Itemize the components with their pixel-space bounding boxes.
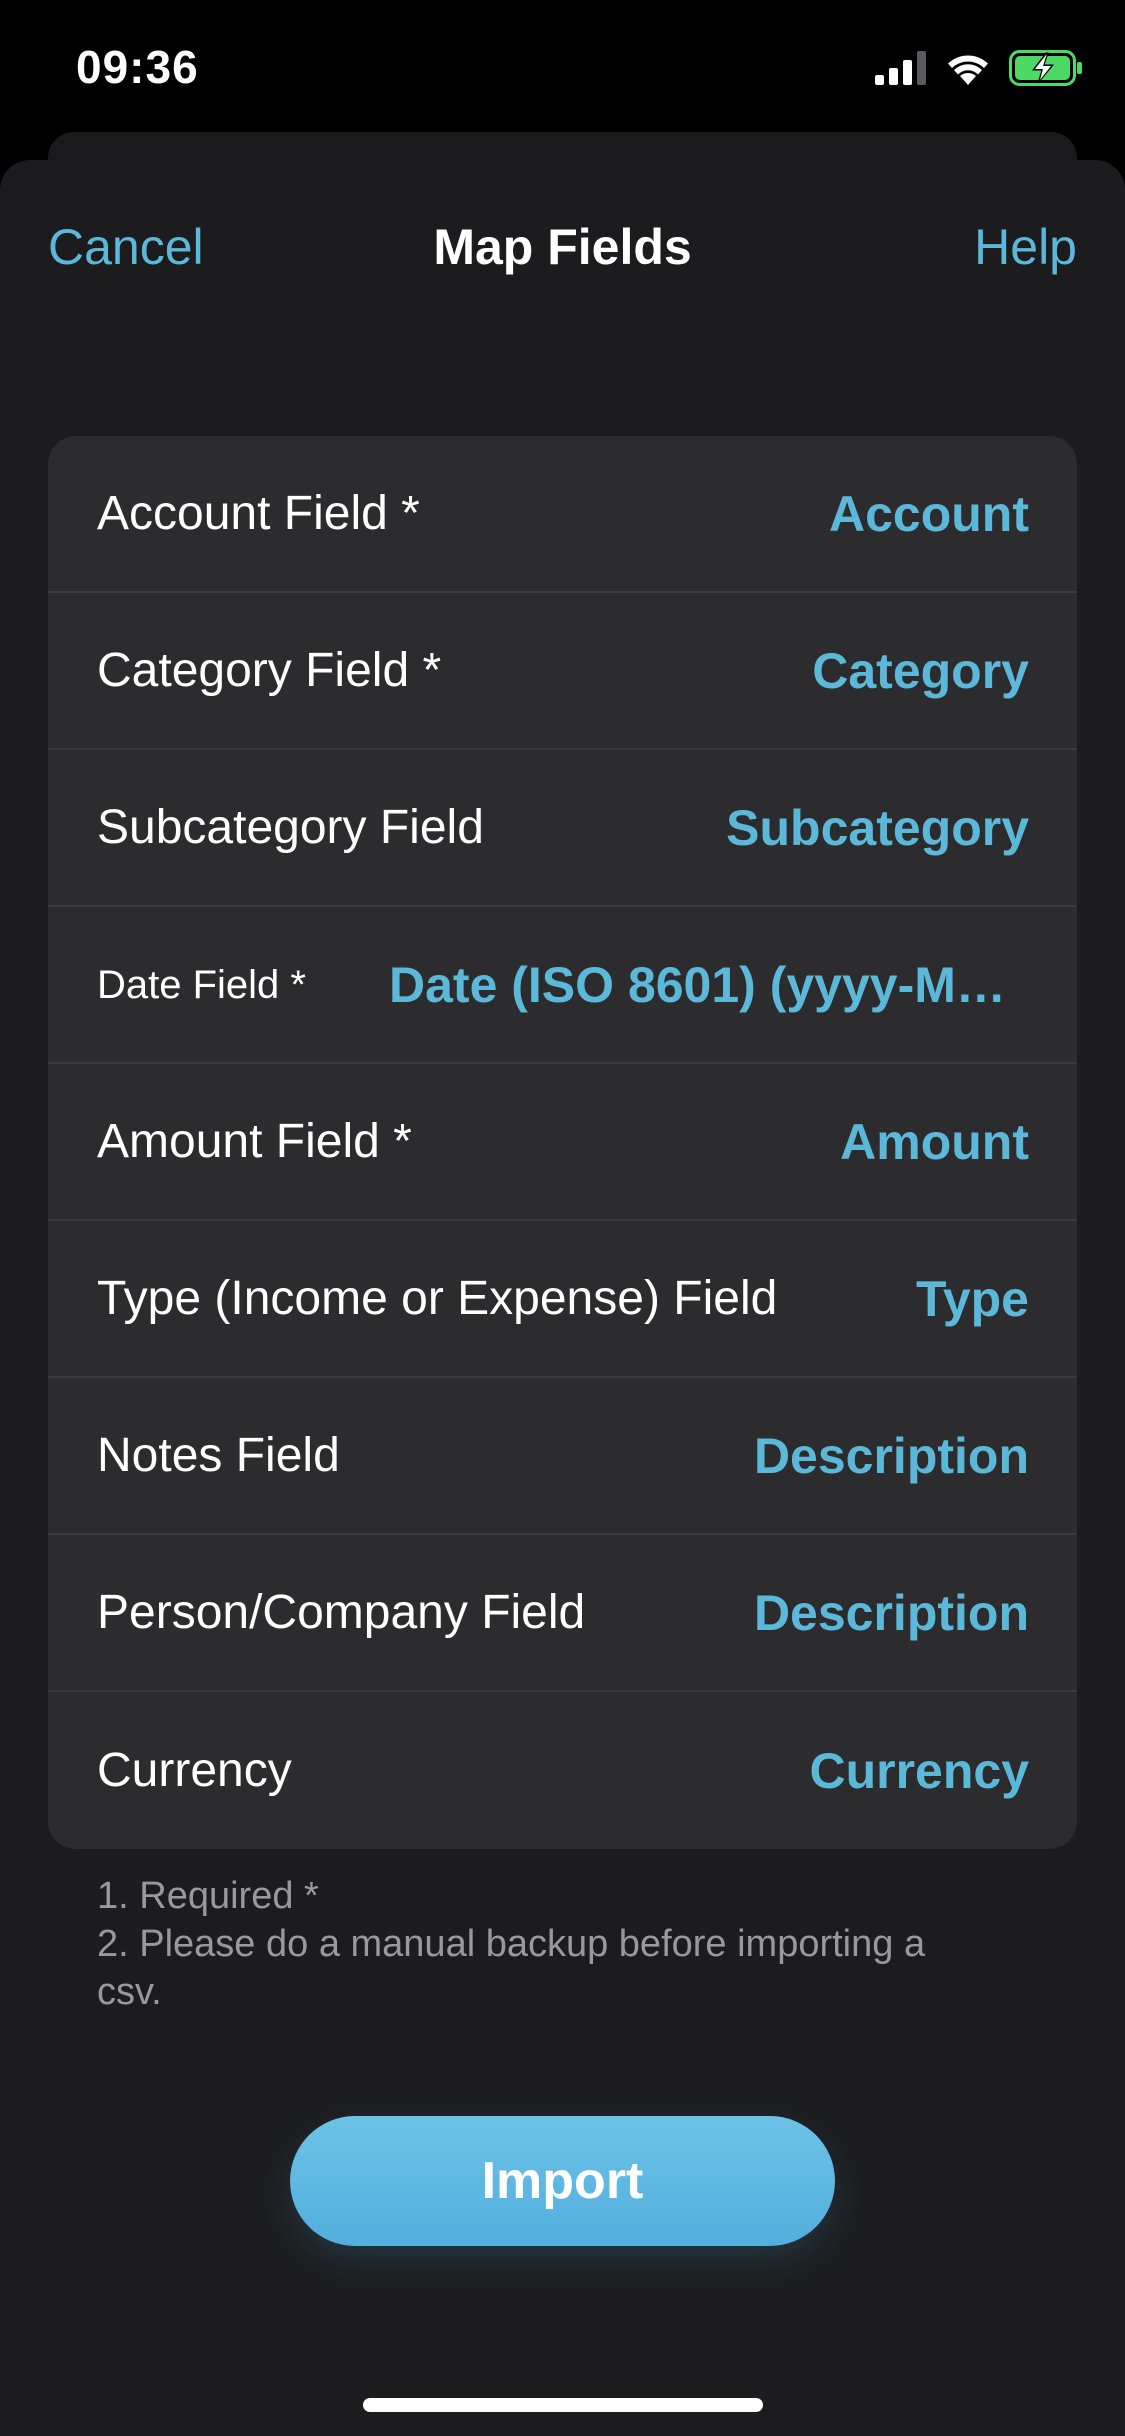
- field-mapping-list: Account Field * Account Category Field *…: [48, 436, 1077, 1849]
- field-row-category[interactable]: Category Field * Category: [48, 593, 1077, 750]
- field-value: Type: [916, 1270, 1029, 1327]
- field-row-date[interactable]: Date Field * Date (ISO 8601) (yyyy-MM-dd…: [48, 907, 1077, 1064]
- status-bar: 09:36: [0, 0, 1125, 140]
- import-button[interactable]: Import: [290, 2116, 835, 2246]
- screen: 09:36 Cancel Map Fields Help Account Fie…: [0, 0, 1125, 2436]
- field-row-subcategory[interactable]: Subcategory Field Subcategory: [48, 750, 1077, 907]
- field-value: Description: [753, 1584, 1029, 1641]
- footnote-backup: 2. Please do a manual backup before impo…: [97, 1923, 926, 2013]
- status-icons: [875, 50, 1083, 91]
- field-value: Subcategory: [726, 799, 1029, 856]
- field-row-notes[interactable]: Notes Field Description: [48, 1378, 1077, 1535]
- cellular-signal-icon: [875, 51, 927, 90]
- field-label: Type (Income or Expense) Field: [97, 1272, 778, 1325]
- field-value: Category: [812, 642, 1029, 699]
- field-label: Subcategory Field: [97, 801, 484, 854]
- field-row-amount[interactable]: Amount Field * Amount: [48, 1064, 1077, 1221]
- field-value: Account: [829, 485, 1029, 542]
- field-value: Date (ISO 8601) (yyyy-MM-dd): [389, 956, 1029, 1013]
- footnote-required: 1. Required *: [97, 1875, 319, 1917]
- field-row-currency[interactable]: Currency Currency: [48, 1692, 1077, 1849]
- field-row-person-company[interactable]: Person/Company Field Description: [48, 1535, 1077, 1692]
- field-row-type[interactable]: Type (Income or Expense) Field Type: [48, 1221, 1077, 1378]
- help-button[interactable]: Help: [974, 218, 1077, 276]
- home-indicator: [363, 2398, 763, 2412]
- field-label: Category Field *: [97, 644, 442, 697]
- field-label: Person/Company Field: [97, 1586, 586, 1639]
- field-label: Date Field *: [97, 962, 306, 1007]
- field-label: Currency: [97, 1744, 292, 1797]
- wifi-icon: [945, 51, 991, 90]
- field-label: Amount Field *: [97, 1115, 412, 1168]
- field-label: Notes Field: [97, 1429, 340, 1482]
- field-value: Currency: [809, 1742, 1029, 1799]
- battery-charging-icon: [1009, 50, 1083, 91]
- footnotes: 1. Required * 2. Please do a manual back…: [97, 1872, 997, 2016]
- field-label: Account Field *: [97, 487, 420, 540]
- field-row-account[interactable]: Account Field * Account: [48, 436, 1077, 593]
- page-title: Map Fields: [433, 219, 692, 275]
- field-value: Description: [753, 1427, 1029, 1484]
- field-value: Amount: [840, 1113, 1029, 1170]
- status-time: 09:36: [76, 41, 199, 93]
- navigation-bar: Cancel Map Fields Help: [0, 160, 1125, 330]
